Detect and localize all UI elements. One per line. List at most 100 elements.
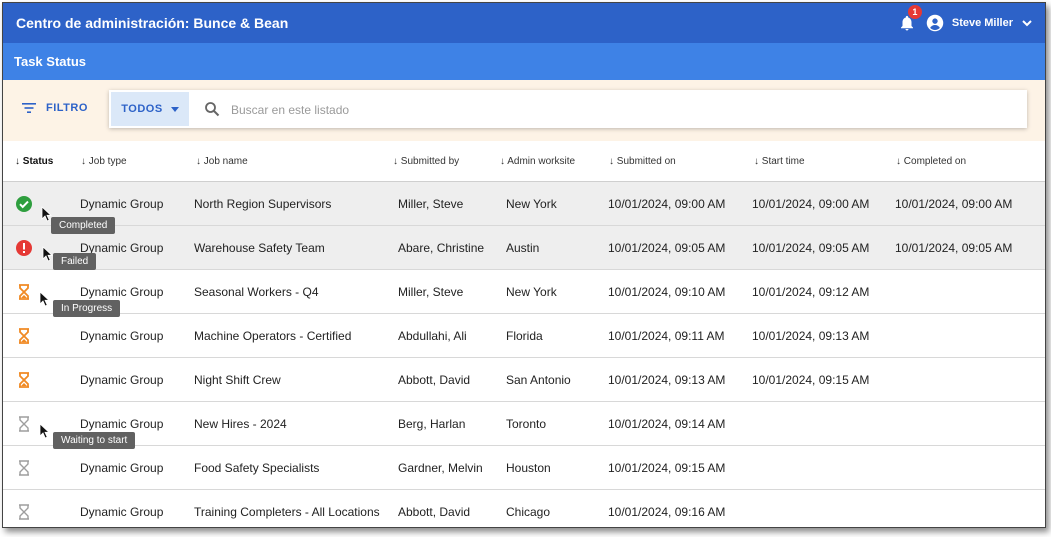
filter-toolbar: FILTRO TODOS [3,80,1045,141]
scope-label: TODOS [121,103,163,115]
job-name-cell: North Region Supervisors [194,197,332,211]
search-icon [205,102,220,117]
col-header-job-type[interactable]: ↓ Job type [81,156,127,167]
job-name-cell: Training Completers - All Locations [194,505,380,519]
job-type-cell: Dynamic Group [80,197,164,211]
user-area: 1 Steve Miller [898,3,1033,43]
chevron-down-icon[interactable] [1021,17,1033,29]
submitted-on-cell: 10/01/2024, 09:05 AM [608,241,726,255]
submitted-by-cell: Abbott, David [398,505,471,519]
worksite-cell: Toronto [506,417,547,431]
search-input[interactable] [229,98,1013,122]
col-header-completed-on[interactable]: ↓ Completed on [896,156,966,167]
status-tooltip: Completed [51,217,116,234]
mouse-cursor-icon [39,423,51,439]
table-row[interactable]: Dynamic Group Warehouse Safety Team Abare,… [3,226,1045,270]
start-time-cell: 10/01/2024, 09:12 AM [752,285,870,299]
account-circle-icon [926,14,944,32]
job-type-cell: Dynamic Group [80,461,164,475]
col-header-submitted-by[interactable]: ↓ Submitted by [393,156,459,167]
table-row[interactable]: Dynamic Group Machine Operators - Certifi… [3,314,1045,358]
table-row[interactable]: Dynamic Group North Region Supervisors Mil… [3,182,1045,234]
job-type-cell: Dynamic Group [80,417,164,431]
status-hourglass-icon[interactable] [15,371,33,389]
start-time-cell: 10/01/2024, 09:05 AM [752,241,870,255]
job-name-cell: Seasonal Workers - Q4 [194,285,319,299]
col-header-submitted-on[interactable]: ↓ Submitted on [609,156,676,167]
task-table: ↓ Status ↓ Job type ↓ Job name ↓ Submitt… [3,141,1045,527]
col-header-start-time[interactable]: ↓ Start time [754,156,805,167]
start-time-cell: 10/01/2024, 09:13 AM [752,329,870,343]
submitted-by-cell: Berg, Harlan [398,417,466,431]
col-header-job-name[interactable]: ↓ Job name [196,156,248,167]
worksite-cell: Florida [506,329,543,343]
notifications-button[interactable]: 1 [898,5,922,33]
worksite-cell: Austin [506,241,540,255]
job-type-cell: Dynamic Group [80,329,164,343]
submitted-on-cell: 10/01/2024, 09:16 AM [608,505,726,519]
submitted-on-cell: 10/01/2024, 09:14 AM [608,417,726,431]
status-hourglass-empty-icon[interactable] [15,415,33,433]
col-header-status[interactable]: ↓ Status [15,156,53,167]
submitted-by-cell: Abbott, David [398,373,471,387]
job-name-cell: Food Safety Specialists [194,461,320,475]
user-name[interactable]: Steve Miller [952,17,1013,29]
submitted-on-cell: 10/01/2024, 09:11 AM [608,329,725,343]
start-time-cell: 10/01/2024, 09:15 AM [752,373,870,387]
submitted-on-cell: 10/01/2024, 09:15 AM [608,461,726,475]
completed-on-cell: 10/01/2024, 09:05 AM [895,241,1013,255]
status-hourglass-empty-icon[interactable] [15,503,33,521]
job-name-cell: Machine Operators - Certified [194,329,352,343]
table-row[interactable]: Dynamic Group Food Safety Specialists Gard… [3,446,1045,490]
top-app-bar: Centro de administración: Bunce & Bean 1… [3,3,1045,43]
filter-label: FILTRO [46,102,88,114]
filter-lines-icon [22,103,36,113]
job-name-cell: Night Shift Crew [194,373,281,387]
col-header-admin-worksite[interactable]: ↓ Admin worksite [500,156,575,167]
submitted-by-cell: Abdullahi, Ali [398,329,467,343]
job-type-cell: Dynamic Group [80,505,164,519]
status-error-circle-icon[interactable] [15,239,33,257]
completed-on-cell: 10/01/2024, 09:00 AM [895,197,1013,211]
worksite-cell: New York [506,285,557,299]
table-row[interactable]: Dynamic Group Training Completers - All L… [3,490,1045,527]
submitted-by-cell: Gardner, Melvin [398,461,483,475]
table-header: ↓ Status ↓ Job type ↓ Job name ↓ Submitt… [3,141,1045,182]
submitted-on-cell: 10/01/2024, 09:13 AM [608,373,726,387]
submitted-by-cell: Abare, Christine [398,241,485,255]
worksite-cell: Chicago [506,505,551,519]
status-hourglass-icon[interactable] [15,327,33,345]
submitted-by-cell: Miller, Steve [398,197,464,211]
status-check-circle-icon[interactable] [15,195,33,213]
job-name-cell: New Hires - 2024 [194,417,287,431]
caret-down-icon [170,106,179,112]
status-tooltip: Waiting to start [53,432,136,449]
notification-badge: 1 [907,5,922,19]
mouse-cursor-icon [39,291,51,307]
table-row[interactable]: Dynamic Group Night Shift Crew Abbott, Dav… [3,358,1045,402]
table-row[interactable]: Dynamic Group New Hires - 2024 Berg, Harla… [3,402,1045,449]
worksite-cell: San Antonio [506,373,571,387]
app-title: Centro de administración: Bunce & Bean [16,15,289,31]
worksite-cell: New York [506,197,557,211]
page-title: Task Status [14,54,87,69]
job-name-cell: Warehouse Safety Team [194,241,325,255]
submitted-on-cell: 10/01/2024, 09:00 AM [608,197,726,211]
status-hourglass-empty-icon[interactable] [15,459,33,477]
status-tooltip: In Progress [53,300,121,317]
page-header: Task Status [3,43,1045,80]
table-body: Dynamic Group North Region Supervisors Mil… [3,182,1045,527]
submitted-by-cell: Miller, Steve [398,285,464,299]
user-avatar[interactable] [926,14,944,32]
scope-dropdown[interactable]: TODOS [111,92,189,126]
status-tooltip: Failed [53,253,97,270]
submitted-on-cell: 10/01/2024, 09:10 AM [608,285,726,299]
app-window: Centro de administración: Bunce & Bean 1… [2,2,1046,528]
filter-button[interactable]: FILTRO [22,102,88,114]
table-row[interactable]: Dynamic Group Seasonal Workers - Q4 Miller… [3,270,1045,317]
worksite-cell: Houston [506,461,551,475]
job-type-cell: Dynamic Group [80,373,164,387]
start-time-cell: 10/01/2024, 09:00 AM [752,197,870,211]
job-type-cell: Dynamic Group [80,285,164,299]
status-hourglass-icon[interactable] [15,283,33,301]
